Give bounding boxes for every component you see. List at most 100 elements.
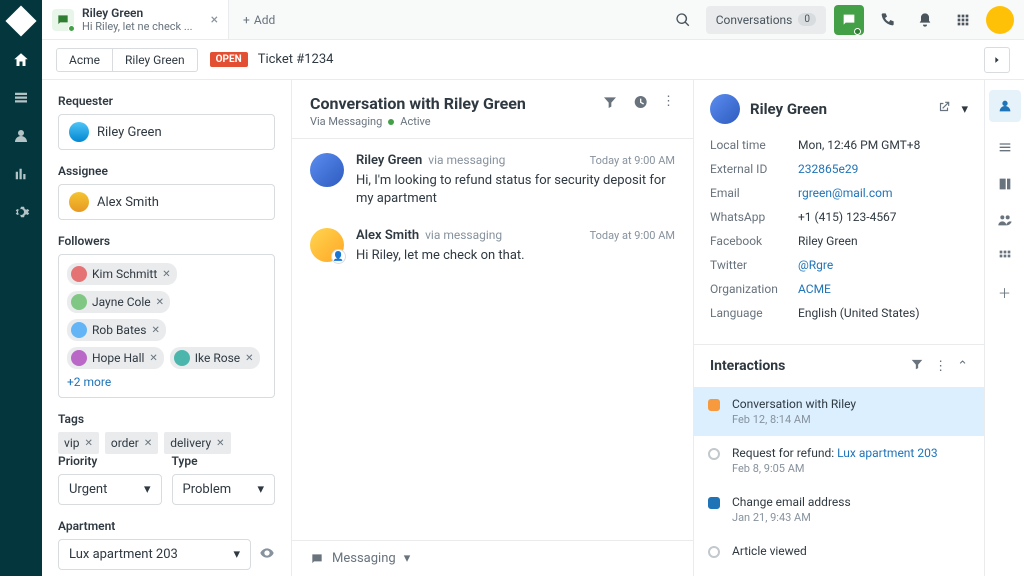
overflow-button[interactable]	[984, 47, 1010, 73]
customer-property: WhatsApp+1 (415) 123-4567	[710, 210, 968, 224]
tag-chip[interactable]: vip✕	[58, 432, 99, 454]
requester-field[interactable]: Riley Green	[58, 114, 275, 150]
property-value[interactable]: ACME	[798, 282, 968, 296]
interaction-title: Change email address	[732, 495, 851, 509]
add-app-icon[interactable]: ＋	[995, 282, 1015, 302]
apps-icon[interactable]	[995, 246, 1015, 266]
tags-label: Tags	[58, 412, 275, 426]
tags-field[interactable]: vip✕ order✕ delivery✕	[58, 432, 275, 454]
interaction-item[interactable]: Change email address Jan 21, 9:43 AM	[694, 485, 984, 534]
status-badge: OPEN	[210, 52, 248, 67]
tab-subtitle: Hi Riley, let ne check ...	[82, 20, 193, 33]
message-via: via messaging	[428, 153, 505, 167]
left-nav-rail	[0, 0, 42, 576]
knowledge-icon[interactable]	[995, 174, 1015, 194]
agent-badge-icon: 👤	[331, 249, 346, 264]
visibility-icon[interactable]	[259, 545, 275, 565]
apps-icon[interactable]	[948, 5, 978, 35]
property-value[interactable]: rgreen@mail.com	[798, 186, 968, 200]
chevron-up-icon[interactable]: ⌃	[957, 359, 968, 374]
requester-label: Requester	[58, 94, 275, 108]
tab-title: Riley Green	[82, 6, 193, 20]
tag-chip[interactable]: delivery✕	[164, 432, 230, 454]
remove-icon[interactable]: ✕	[245, 353, 253, 364]
remove-icon[interactable]: ✕	[162, 269, 170, 280]
phone-icon[interactable]	[872, 5, 902, 35]
nav-views-icon[interactable]	[11, 88, 31, 108]
type-select[interactable]: Problem▾	[172, 474, 276, 505]
followers-label: Followers	[58, 234, 275, 248]
follower-chip[interactable]: Hope Hall✕	[67, 347, 164, 369]
property-value[interactable]: @Rgre	[798, 258, 968, 272]
follower-chip[interactable]: Rob Bates✕	[67, 319, 166, 341]
nav-customers-icon[interactable]	[11, 126, 31, 146]
chevron-down-icon[interactable]: ▾	[961, 102, 968, 117]
more-icon[interactable]: ⋮	[662, 94, 675, 114]
property-value: Riley Green	[798, 234, 968, 248]
property-key: External ID	[710, 162, 798, 176]
breadcrumb-person[interactable]: Riley Green	[113, 48, 198, 72]
compose-channel-select[interactable]: Messaging ▾	[292, 540, 693, 576]
chevron-down-icon: ▾	[233, 547, 240, 562]
remove-icon[interactable]: ✕	[156, 297, 164, 308]
filter-icon[interactable]	[602, 94, 618, 114]
message: Riley Green via messaging Today at 9:00 …	[310, 153, 675, 208]
conversations-button[interactable]: Conversations 0	[706, 6, 826, 34]
remove-icon[interactable]: ✕	[216, 438, 224, 449]
customer-property: OrganizationACME	[710, 282, 968, 296]
interaction-time: Feb 12, 8:14 AM	[732, 413, 856, 426]
follower-chip[interactable]: Jayne Cole✕	[67, 291, 170, 313]
bell-icon[interactable]	[910, 5, 940, 35]
history-icon[interactable]	[632, 94, 648, 114]
close-icon[interactable]: ×	[211, 12, 218, 28]
chat-status-icon[interactable]	[834, 5, 864, 35]
message-author: Alex Smith	[356, 228, 419, 243]
interaction-item[interactable]: Conversation with Riley Feb 12, 8:14 AM	[694, 387, 984, 436]
assignee-label: Assignee	[58, 164, 275, 178]
conversation-panel: Conversation with Riley Green Via Messag…	[292, 80, 694, 576]
followers-more-link[interactable]: +2 more	[67, 375, 111, 389]
workspace-tab[interactable]: Riley Green Hi Riley, let ne check ... ×	[42, 0, 229, 39]
apartment-select[interactable]: Lux apartment 203▾	[58, 539, 251, 570]
remove-icon[interactable]: ✕	[144, 438, 152, 449]
assignee-field[interactable]: Alex Smith	[58, 184, 275, 220]
type-label: Type	[172, 454, 276, 468]
search-icon[interactable]	[668, 5, 698, 35]
breadcrumb-org[interactable]: Acme	[56, 48, 113, 72]
interaction-time: Jan 21, 9:43 AM	[732, 511, 851, 524]
list-icon[interactable]	[995, 138, 1015, 158]
timeline-marker	[708, 448, 720, 460]
context-rail: ＋	[984, 80, 1024, 576]
add-tab-button[interactable]: + Add	[229, 13, 289, 27]
property-value[interactable]: 232865e29	[798, 162, 968, 176]
interaction-title: Conversation with Riley	[732, 397, 856, 411]
follower-chip[interactable]: Kim Schmitt✕	[67, 263, 177, 285]
followers-field[interactable]: Kim Schmitt✕ Jayne Cole✕ Rob Bates✕ Hope…	[58, 254, 275, 398]
customer-property: Twitter@Rgre	[710, 258, 968, 272]
tag-chip[interactable]: order✕	[105, 432, 158, 454]
follower-chip[interactable]: Ike Rose✕	[170, 347, 260, 369]
group-icon[interactable]	[995, 210, 1015, 230]
ticket-number: Ticket #1234	[258, 52, 334, 67]
customer-property: FacebookRiley Green	[710, 234, 968, 248]
more-icon[interactable]: ⋮	[934, 359, 947, 374]
interaction-item[interactable]: Request for refund: Lux apartment 203Feb…	[694, 436, 984, 485]
remove-icon[interactable]: ✕	[149, 353, 157, 364]
priority-select[interactable]: Urgent▾	[58, 474, 162, 505]
plus-icon: +	[243, 13, 250, 27]
user-icon[interactable]	[989, 90, 1021, 122]
remove-icon[interactable]: ✕	[84, 438, 92, 449]
nav-admin-icon[interactable]	[11, 202, 31, 222]
top-tabs-bar: Riley Green Hi Riley, let ne check ... ×…	[42, 0, 1024, 40]
interaction-link[interactable]: Lux apartment 203	[837, 446, 937, 460]
message-time: Today at 9:00 AM	[590, 154, 675, 167]
external-link-icon[interactable]	[937, 100, 951, 118]
remove-icon[interactable]: ✕	[151, 325, 159, 336]
nav-home-icon[interactable]	[11, 50, 31, 70]
nav-reporting-icon[interactable]	[11, 164, 31, 184]
filter-icon[interactable]	[910, 357, 924, 375]
interactions-title: Interactions	[710, 358, 900, 374]
property-key: Local time	[710, 138, 798, 152]
user-avatar[interactable]	[986, 6, 1014, 34]
interaction-item[interactable]: Article viewed	[694, 534, 984, 570]
